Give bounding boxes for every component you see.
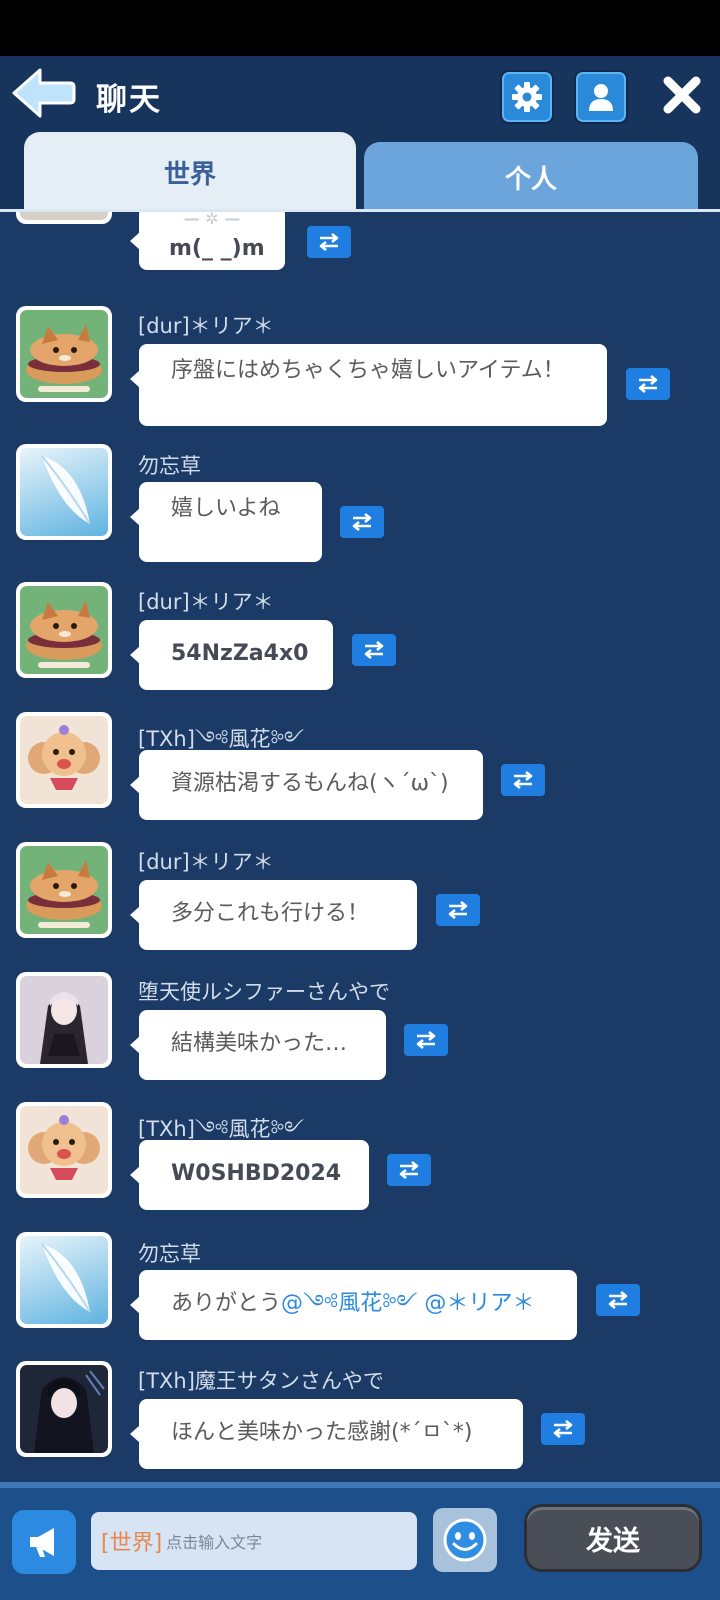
message-text: m(_ _)m bbox=[169, 236, 265, 261]
message-username: [dur]＊リア＊ bbox=[138, 850, 274, 874]
chat-input[interactable]: [世界] 点击输入文字 bbox=[91, 1512, 417, 1570]
swap-arrows-icon bbox=[608, 1291, 628, 1309]
swap-arrows-icon bbox=[553, 1420, 573, 1438]
message-bubble: ほんと美味かった感謝(*´ㅁ`*) bbox=[130, 1399, 523, 1469]
chat-message-list[interactable]: — ✲ — m(_ _)m [dur]＊リア＊ 序盤にはめちゃくちゃ嬉しいアイテ… bbox=[0, 212, 720, 1482]
person-icon bbox=[589, 84, 613, 111]
back-button[interactable] bbox=[10, 66, 76, 120]
tab-world-label: 世界 bbox=[163, 159, 216, 190]
sticker-ornament: — ✲ — bbox=[183, 212, 241, 228]
avatar[interactable] bbox=[16, 1361, 112, 1457]
avatar[interactable] bbox=[16, 712, 112, 808]
message-bubble: 54NzZa4x0 bbox=[130, 620, 333, 690]
back-arrow-icon bbox=[12, 68, 76, 118]
gear-icon bbox=[512, 82, 542, 112]
avatar[interactable] bbox=[16, 444, 112, 540]
megaphone-icon bbox=[30, 1528, 54, 1557]
translate-button[interactable] bbox=[626, 368, 670, 400]
swap-arrows-icon bbox=[448, 901, 468, 919]
translate-button[interactable] bbox=[404, 1024, 448, 1056]
translate-button[interactable] bbox=[541, 1413, 585, 1445]
message-text: W0SHBD2024 bbox=[171, 1161, 342, 1186]
dark-girl-avatar bbox=[34, 1370, 105, 1453]
swap-arrows-icon bbox=[513, 771, 533, 789]
avatar[interactable] bbox=[16, 582, 112, 678]
close-icon bbox=[663, 76, 701, 114]
settings-button[interactable] bbox=[500, 70, 554, 124]
message-text: ありがとう bbox=[171, 1291, 282, 1316]
avatar[interactable] bbox=[16, 212, 112, 224]
message-username: 勿忘草 bbox=[138, 1242, 201, 1266]
smiley-icon bbox=[443, 1518, 487, 1562]
swap-arrows-icon bbox=[416, 1031, 436, 1049]
message-username: 勿忘草 bbox=[138, 454, 201, 478]
swap-arrows-icon bbox=[319, 233, 339, 251]
message-bubble: 多分これも行ける！ bbox=[130, 880, 417, 950]
tab-personal-label: 个人 bbox=[504, 164, 557, 195]
avatar[interactable] bbox=[16, 1232, 112, 1328]
translate-button[interactable] bbox=[307, 226, 351, 258]
translate-button[interactable] bbox=[387, 1154, 431, 1186]
input-placeholder: 点击输入文字 bbox=[166, 1533, 263, 1552]
emoji-button[interactable] bbox=[433, 1508, 497, 1572]
dark-girl-avatar bbox=[40, 992, 88, 1064]
message-mentions[interactable]: @༺風花༻ @＊リア＊ bbox=[281, 1291, 534, 1316]
translate-button[interactable] bbox=[596, 1284, 640, 1316]
close-button[interactable] bbox=[660, 72, 704, 118]
tab-world[interactable]: 世界 bbox=[24, 132, 356, 212]
tab-personal[interactable]: 个人 bbox=[364, 142, 698, 212]
message-bubble: 嬉しいよね bbox=[130, 482, 322, 562]
message-bubble: 結構美味かった… bbox=[130, 1010, 386, 1080]
send-button[interactable]: 发送 bbox=[524, 1504, 702, 1572]
message-text: 54NzZa4x0 bbox=[171, 641, 309, 666]
avatar[interactable] bbox=[16, 972, 112, 1068]
shiba-sandwich-avatar bbox=[26, 600, 102, 668]
avatar[interactable] bbox=[16, 842, 112, 938]
message-bubble: 資源枯渇するもんね(ヽ´ω`) bbox=[130, 750, 483, 820]
message-username: [dur]＊リア＊ bbox=[138, 590, 274, 614]
message-bubble: 序盤にはめちゃくちゃ嬉しいアイテム！ bbox=[130, 344, 607, 426]
broadcast-button[interactable] bbox=[12, 1510, 76, 1574]
shiba-sandwich-avatar bbox=[26, 860, 102, 928]
swap-arrows-icon bbox=[399, 1161, 419, 1179]
avatar[interactable] bbox=[16, 1102, 112, 1198]
message-text: 資源枯渇するもんね(ヽ´ω`) bbox=[171, 771, 449, 796]
swap-arrows-icon bbox=[364, 641, 384, 659]
message-text: 嬉しいよね bbox=[171, 496, 281, 521]
poodle-avatar bbox=[28, 725, 100, 790]
message-text: 結構美味かった… bbox=[171, 1031, 348, 1056]
message-username: [dur]＊リア＊ bbox=[138, 314, 274, 338]
translate-button[interactable] bbox=[501, 764, 545, 796]
message-text: 序盤にはめちゃくちゃ嬉しいアイテム！ bbox=[171, 358, 565, 383]
profile-button[interactable] bbox=[574, 70, 628, 124]
page-title: 聊天 bbox=[96, 82, 162, 118]
translate-button[interactable] bbox=[352, 634, 396, 666]
feather-avatar bbox=[41, 1243, 91, 1313]
message-username: [TXh]魔王サタンさんやで bbox=[138, 1369, 384, 1393]
swap-arrows-icon bbox=[638, 375, 658, 393]
shiba-sandwich-avatar bbox=[26, 324, 102, 392]
message-bubble: ありがとう@༺風花༻ @＊リア＊ bbox=[130, 1270, 577, 1340]
message-text: ほんと美味かった感謝(*´ㅁ`*) bbox=[171, 1420, 473, 1445]
swap-arrows-icon bbox=[352, 513, 372, 531]
poodle-avatar bbox=[28, 1115, 100, 1180]
translate-button[interactable] bbox=[436, 894, 480, 926]
input-channel-tag: [世界] bbox=[101, 1531, 163, 1556]
message-text: 多分これも行ける！ bbox=[171, 901, 370, 926]
send-button-label: 发送 bbox=[586, 1525, 640, 1557]
avatar[interactable] bbox=[16, 306, 112, 402]
status-bar bbox=[0, 0, 720, 56]
message-username: 堕天使ルシファーさんやで bbox=[138, 980, 390, 1004]
feather-avatar bbox=[41, 455, 91, 525]
message-bubble: W0SHBD2024 bbox=[130, 1140, 369, 1210]
translate-button[interactable] bbox=[340, 506, 384, 538]
message-bubble: — ✲ — m(_ _)m bbox=[130, 212, 285, 270]
